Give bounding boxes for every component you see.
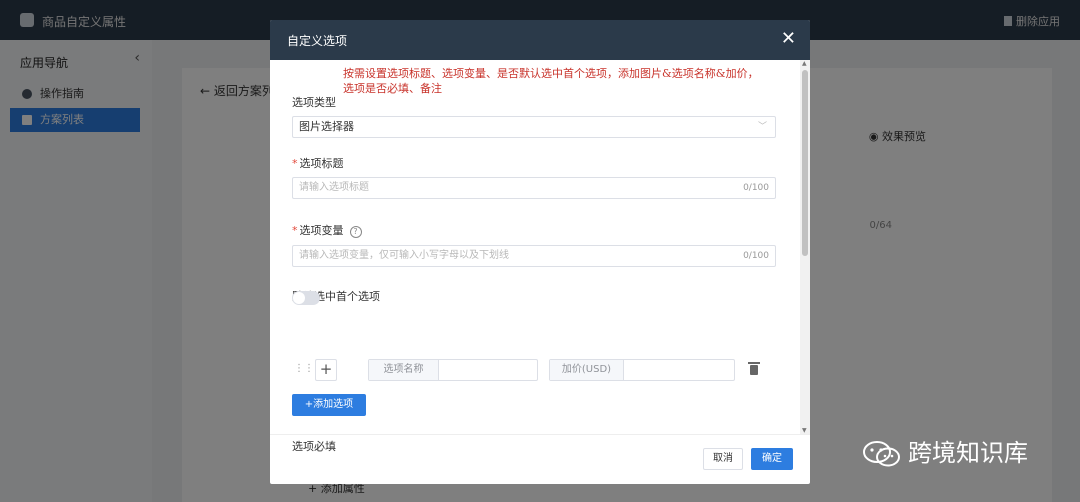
- option-type-label: 选项类型: [292, 96, 336, 109]
- confirm-button[interactable]: 确定: [751, 448, 793, 470]
- option-variable-input[interactable]: 请输入选项变量，仅可输入小写字母以及下划线 0/100: [292, 245, 776, 267]
- add-image-button[interactable]: +: [315, 359, 337, 381]
- title-char-counter: 0/100: [743, 183, 769, 193]
- default-first-toggle[interactable]: [292, 291, 320, 305]
- option-variable-placeholder: 请输入选项变量，仅可输入小写字母以及下划线: [299, 250, 509, 261]
- scroll-thumb[interactable]: [802, 70, 808, 256]
- price-field[interactable]: 加价(USD): [549, 359, 735, 381]
- scroll-up-arrow-icon[interactable]: ▲: [802, 60, 807, 67]
- option-type-value: 图片选择器: [299, 120, 354, 133]
- help-icon[interactable]: ?: [349, 226, 362, 238]
- watermark-text: 跨境知识库: [908, 439, 1028, 467]
- variable-char-counter: 0/100: [743, 251, 769, 261]
- price-addon: 加价(USD): [550, 360, 624, 380]
- dialog-body: 按需设置选项标题、选项变量、是否默认选中首个选项，添加图片&选项名称&加价，选项…: [270, 60, 810, 453]
- option-variable-label: * 选项变量?: [292, 222, 362, 238]
- chevron-down-icon: ﹀: [757, 122, 767, 132]
- required-asterisk: *: [292, 157, 298, 170]
- close-icon[interactable]: ✕: [781, 28, 796, 49]
- cancel-button[interactable]: 取消: [703, 448, 743, 470]
- option-title-label: * 选项标题: [292, 157, 344, 170]
- dialog-scrollbar[interactable]: ▲ ▼: [800, 60, 810, 434]
- dialog-title: 自定义选项: [287, 34, 348, 48]
- drag-handle-icon[interactable]: ⋮⋮: [294, 363, 314, 375]
- dialog-header: 自定义选项 ✕: [270, 20, 810, 60]
- option-type-select[interactable]: 图片选择器 ﹀: [292, 116, 776, 138]
- wechat-icon: [863, 441, 900, 467]
- toggle-knob: [293, 292, 305, 304]
- custom-option-dialog: 自定义选项 ✕ 按需设置选项标题、选项变量、是否默认选中首个选项，添加图片&选项…: [270, 20, 810, 484]
- option-name-field[interactable]: 选项名称: [368, 359, 538, 381]
- add-option-button[interactable]: +添加选项: [292, 394, 366, 416]
- required-asterisk: *: [292, 224, 298, 237]
- option-title-placeholder: 请输入选项标题: [299, 182, 369, 193]
- dialog-footer: 取消 确定: [270, 434, 810, 484]
- annotation-note: 按需设置选项标题、选项变量、是否默认选中首个选项，添加图片&选项名称&加价，选项…: [343, 67, 759, 95]
- scroll-down-arrow-icon[interactable]: ▼: [802, 427, 807, 434]
- delete-option-icon[interactable]: [748, 362, 760, 375]
- option-title-input[interactable]: 请输入选项标题 0/100: [292, 177, 776, 199]
- option-name-addon: 选项名称: [369, 360, 439, 380]
